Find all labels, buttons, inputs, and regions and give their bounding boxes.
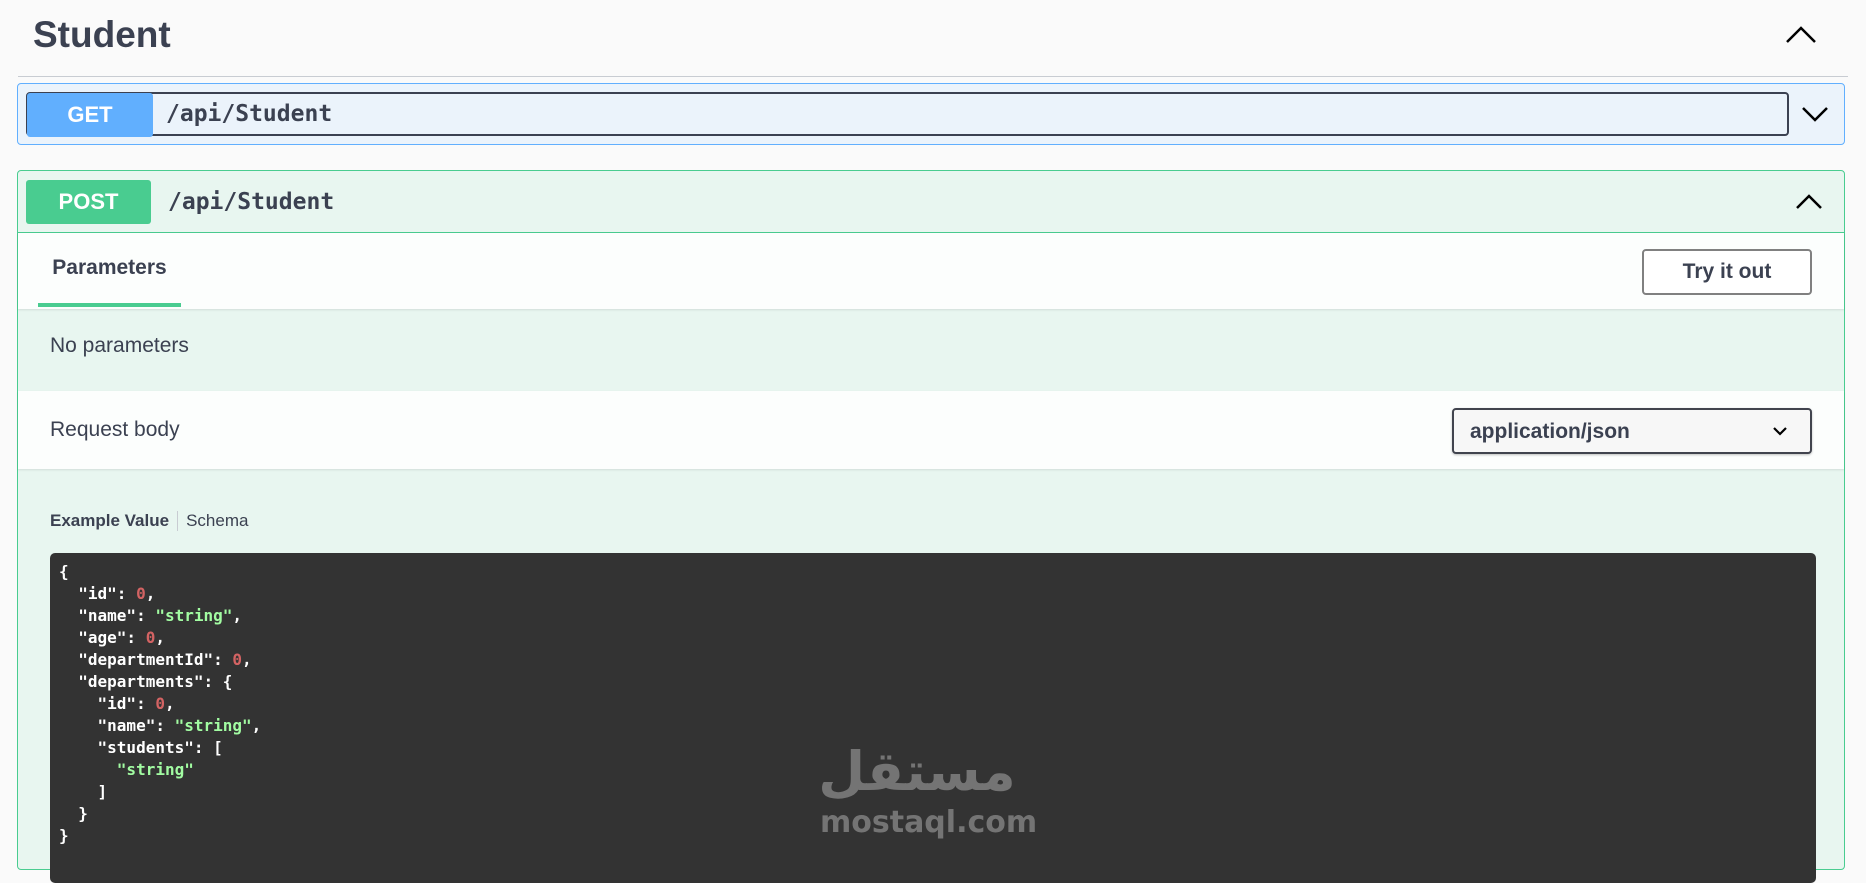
example-schema-tabs: Example Value Schema (50, 511, 248, 531)
watermark: مستقل mostaql.com (820, 735, 1038, 845)
get-operation: GET /api/Student (17, 83, 1845, 145)
tab-example-value[interactable]: Example Value (50, 511, 179, 531)
code-line: "name": "string", (78, 606, 243, 625)
get-operation-summary[interactable]: GET /api/Student (26, 92, 1789, 137)
watermark-text: mostaql.com (820, 805, 1038, 840)
code-line: "departments": { (78, 672, 233, 691)
tag-header[interactable]: Student (18, 0, 1848, 77)
operation-path: /api/Student (166, 101, 333, 127)
operation-path: /api/Student (168, 188, 335, 215)
code-line: { (59, 562, 69, 581)
code-line: "name": "string", (97, 716, 262, 735)
chevron-down-icon (1773, 427, 1787, 436)
tab-parameters[interactable]: Parameters (38, 233, 181, 307)
code-line: "id": 0, (97, 694, 175, 713)
tag-title: Student (33, 14, 171, 55)
request-body-bar: Request body application/json (18, 391, 1844, 469)
content-type-value: application/json (1470, 420, 1630, 443)
parameters-bar: Parameters Try it out (18, 233, 1844, 309)
post-operation-summary[interactable]: POST /api/Student (18, 171, 1844, 233)
svg-text:مستقل: مستقل (820, 740, 1015, 803)
try-it-out-button[interactable]: Try it out (1642, 249, 1812, 295)
code-line: "departmentId": 0, (78, 650, 252, 669)
code-line: "id": 0, (78, 584, 156, 603)
chevron-down-icon[interactable] (1800, 103, 1830, 125)
method-badge-post: POST (26, 180, 151, 224)
request-body-label: Request body (50, 418, 180, 441)
tab-schema[interactable]: Schema (178, 511, 248, 531)
chevron-up-icon[interactable] (1794, 191, 1824, 213)
no-parameters-text: No parameters (50, 334, 189, 357)
content-type-select[interactable]: application/json (1452, 408, 1812, 454)
watermark-logo: مستقل (820, 740, 1015, 803)
code-line: "age": 0, (78, 628, 165, 647)
chevron-up-icon[interactable] (1784, 20, 1818, 50)
method-badge-get: GET (27, 93, 153, 137)
